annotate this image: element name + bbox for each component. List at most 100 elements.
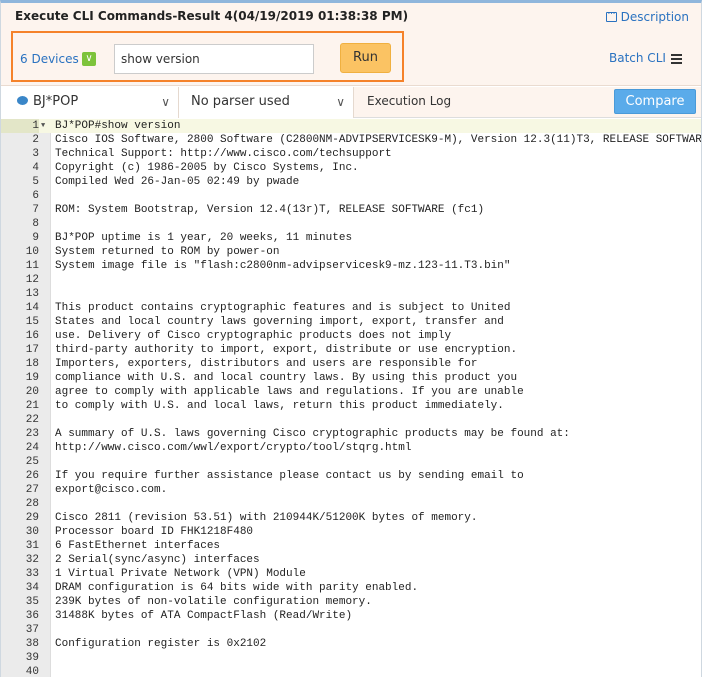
run-button[interactable]: Run [340, 43, 391, 73]
chevron-down-icon: ∨ [161, 95, 170, 109]
output-line: 3 Technical Support: http://www.cisco.com… [1, 147, 701, 161]
line-text: to comply with U.S. and local laws, retu… [55, 400, 504, 412]
line-number: 18 [25, 358, 39, 370]
line-text: Configuration register is 0x2102 [55, 638, 267, 650]
command-input[interactable] [114, 44, 314, 74]
line-number: 12 [25, 274, 39, 286]
line-number: 10 [25, 246, 39, 258]
output-line: 38 Configuration register is 0x2102 [1, 637, 701, 651]
line-text: 6 FastEthernet interfaces [55, 540, 221, 552]
line-number: 35 [25, 596, 39, 608]
line-number: 31 [25, 540, 39, 552]
output-line: 34 DRAM configuration is 64 bits wide wit… [1, 581, 701, 595]
line-text: BJ*POP uptime is 1 year, 20 weeks, 11 mi… [55, 232, 353, 244]
output-line: 26 If you require further assistance plea… [1, 469, 701, 483]
line-text: 239K bytes of non-volatile configuration… [55, 596, 372, 608]
output-line: 28 [1, 497, 701, 511]
line-number: 33 [25, 568, 39, 580]
line-text: Copyright (c) 1986-2005 by Cisco Systems… [55, 162, 359, 174]
command-toolbar: 6 Devices ∨ Run Batch CLI [1, 31, 701, 86]
line-number: 25 [25, 456, 39, 468]
line-text: use. Delivery of Cisco cryptographic pro… [55, 330, 452, 342]
line-number: 1 [1, 119, 39, 133]
output-line: 19 compliance with U.S. and local country… [1, 371, 701, 385]
line-text: Technical Support: http://www.cisco.com/… [55, 148, 392, 160]
line-text: Processor board ID FHK1218F480 [55, 526, 254, 538]
line-text: Importers, exporters, distributors and u… [55, 358, 478, 370]
line-number: 2 [32, 134, 39, 146]
window-title: Execute CLI Commands-Result 4(04/19/2019… [15, 9, 409, 23]
line-text: A summary of U.S. laws governing Cisco c… [55, 428, 570, 440]
chevron-down-icon: ∨ [336, 95, 345, 109]
output-line: 25 [1, 455, 701, 469]
line-number: 23 [25, 428, 39, 440]
execution-log-link[interactable]: Execution Log [367, 94, 451, 108]
line-text: 1 Virtual Private Network (VPN) Module [55, 568, 306, 580]
line-text: 2 Serial(sync/async) interfaces [55, 554, 260, 566]
line-text: Cisco IOS Software, 2800 Software (C2800… [55, 134, 701, 146]
output-line: 31 6 FastEthernet interfaces [1, 539, 701, 553]
line-number: 24 [25, 442, 39, 454]
line-text: third-party authority to import, export,… [55, 344, 518, 356]
line-text: This product contains cryptographic feat… [55, 302, 511, 314]
output-line: 23 A summary of U.S. laws governing Cisco… [1, 427, 701, 441]
hamburger-menu-icon[interactable] [671, 54, 682, 66]
output-line: 9 BJ*POP uptime is 1 year, 20 weeks, 11 m… [1, 231, 701, 245]
line-text: DRAM configuration is 64 bits wide with … [55, 582, 419, 594]
output-line: 5 Compiled Wed 26-Jan-05 02:49 by pwade [1, 175, 701, 189]
line-number: 39 [25, 652, 39, 664]
compare-button[interactable]: Compare [614, 89, 696, 114]
line-number: 17 [25, 344, 39, 356]
line-number: 16 [25, 330, 39, 342]
line-number: 34 [25, 582, 39, 594]
output-line: 4 Copyright (c) 1986-2005 by Cisco System… [1, 161, 701, 175]
output-line: 33 1 Virtual Private Network (VPN) Module [1, 567, 701, 581]
line-text: If you require further assistance please… [55, 470, 524, 482]
fold-arrow-icon[interactable]: ▼ [41, 119, 45, 133]
output-line: 32 2 Serial(sync/async) interfaces [1, 553, 701, 567]
line-number: 11 [25, 260, 39, 272]
output-line: 39 [1, 651, 701, 665]
output-line: 14 This product contains cryptographic fe… [1, 301, 701, 315]
parser-select[interactable]: No parser used ∨ [179, 87, 354, 118]
chevron-down-icon: ∨ [85, 53, 93, 64]
line-number: 7 [32, 204, 39, 216]
output-line: 27 export@cisco.com. [1, 483, 701, 497]
output-line: 30 Processor board ID FHK1218F480 [1, 525, 701, 539]
line-number: 27 [25, 484, 39, 496]
line-number: 32 [25, 554, 39, 566]
output-line: 1 ▼ BJ*POP#show version [1, 119, 701, 133]
line-text: Cisco 2811 (revision 53.51) with 210944K… [55, 512, 478, 524]
line-text: Compiled Wed 26-Jan-05 02:49 by pwade [55, 176, 300, 188]
line-number: 40 [25, 666, 39, 677]
devices-link[interactable]: 6 Devices [20, 52, 79, 66]
line-number: 5 [32, 176, 39, 188]
output-line: 12 [1, 273, 701, 287]
output-line: 29 Cisco 2811 (revision 53.51) with 21094… [1, 511, 701, 525]
output-line: 37 [1, 623, 701, 637]
line-number: 22 [25, 414, 39, 426]
output-line: 8 [1, 217, 701, 231]
line-number: 26 [25, 470, 39, 482]
description-label: Description [620, 10, 689, 24]
line-number: 38 [25, 638, 39, 650]
cli-output-editor[interactable]: 1 ▼ BJ*POP#show version 2 Cisco IOS Software… [1, 119, 701, 677]
comment-icon [605, 7, 617, 22]
line-number: 28 [25, 498, 39, 510]
output-line: 13 [1, 287, 701, 301]
output-line: 2 Cisco IOS Software, 2800 Software (C280… [1, 133, 701, 147]
line-number: 30 [25, 526, 39, 538]
result-filter-bar: BJ*POP ∨ No parser used ∨ Execution Log Co… [1, 87, 701, 118]
output-line: 6 [1, 189, 701, 203]
line-text: 31488K bytes of ATA CompactFlash (Read/W… [55, 610, 353, 622]
output-line: 10 System returned to ROM by power-on [1, 245, 701, 259]
description-link[interactable]: Description [605, 7, 689, 24]
line-text: http://www.cisco.com/wwl/export/crypto/t… [55, 442, 412, 454]
output-line: 16 use. Delivery of Cisco cryptographic p… [1, 329, 701, 343]
line-text: ROM: System Bootstrap, Version 12.4(13r)… [55, 204, 485, 216]
device-select[interactable]: BJ*POP ∨ [1, 87, 179, 118]
devices-dropdown-toggle[interactable]: ∨ [82, 52, 96, 66]
batch-cli-link[interactable]: Batch CLI [609, 51, 666, 65]
title-bar: Execute CLI Commands-Result 4(04/19/2019… [1, 3, 701, 31]
output-line: 21 to comply with U.S. and local laws, re… [1, 399, 701, 413]
